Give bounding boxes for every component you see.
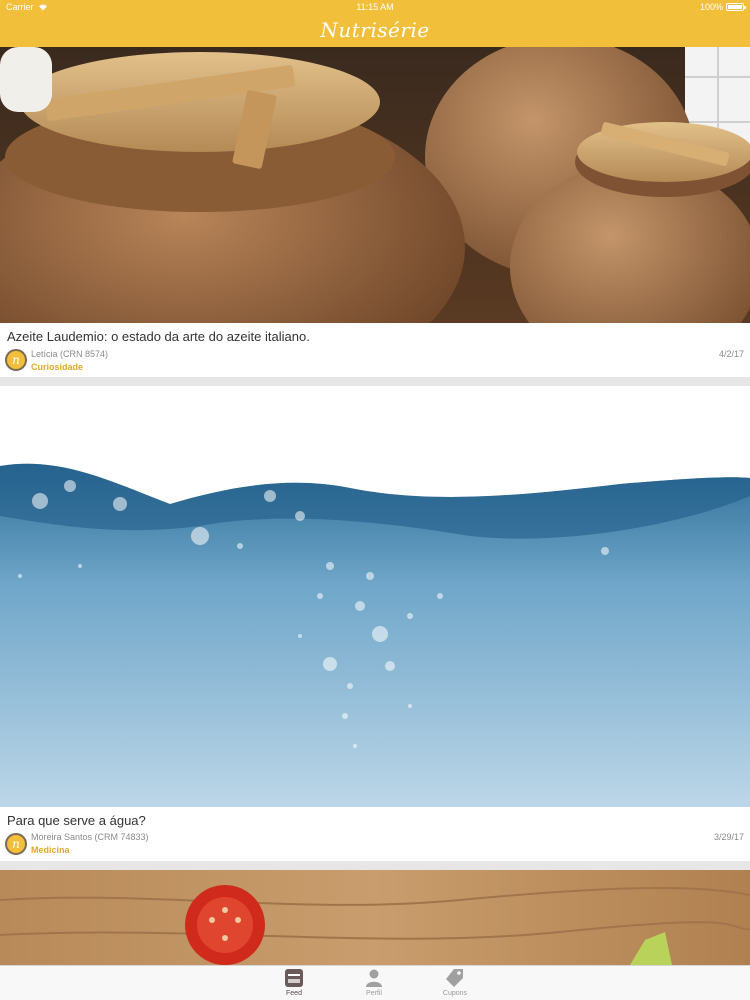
- tab-bar: Feed Perfil Cupons: [0, 965, 750, 1000]
- tab-feed[interactable]: Feed: [264, 968, 324, 997]
- post-category[interactable]: Curiosidade: [31, 362, 83, 372]
- post-author: Letícia (CRN 8574): [31, 349, 109, 359]
- feed-list[interactable]: Azeite Laudemio: o estado da arte do aze…: [0, 47, 750, 965]
- post-date: 4/2/17: [718, 349, 744, 359]
- profile-icon: [366, 969, 382, 987]
- feed-post[interactable]: [0, 870, 750, 965]
- post-image[interactable]: [0, 386, 750, 807]
- post-date: 3/29/17: [713, 832, 744, 842]
- app-title: Nutrisérie: [320, 18, 430, 42]
- battery-percent: 100%: [699, 2, 723, 12]
- tab-coupons-label: Cupons: [442, 990, 468, 997]
- tab-coupons[interactable]: Cupons: [425, 968, 485, 997]
- post-title[interactable]: Azeite Laudemio: o estado da arte do aze…: [7, 329, 310, 344]
- post-author: Moreira Santos (CRM 74833): [31, 832, 149, 842]
- battery-icon: [726, 3, 746, 11]
- feed-icon: [285, 969, 303, 987]
- post-title[interactable]: Para que serve a água?: [7, 813, 146, 828]
- post-image[interactable]: [0, 47, 750, 323]
- feed-post[interactable]: Azeite Laudemio: o estado da arte do aze…: [0, 47, 750, 377]
- post-category[interactable]: Medicina: [31, 845, 70, 855]
- status-bar: Carrier 11:15 AM 100%: [0, 0, 750, 16]
- tag-icon: [446, 969, 463, 987]
- tab-profile-label: Perfil: [366, 990, 382, 997]
- tab-feed-label: Feed: [286, 990, 302, 997]
- post-image[interactable]: [0, 870, 750, 965]
- tab-profile[interactable]: Perfil: [344, 968, 404, 997]
- author-avatar: n: [5, 833, 27, 855]
- battery-indicator: 100%: [699, 2, 746, 12]
- app-screen: Carrier 11:15 AM 100% Nutrisérie Azeite …: [0, 0, 750, 1000]
- header-bar: Carrier 11:15 AM 100% Nutrisérie: [0, 0, 750, 47]
- status-time: 11:15 AM: [356, 2, 394, 12]
- feed-post[interactable]: Para que serve a água? n Moreira Santos …: [0, 386, 750, 861]
- author-avatar: n: [5, 349, 27, 371]
